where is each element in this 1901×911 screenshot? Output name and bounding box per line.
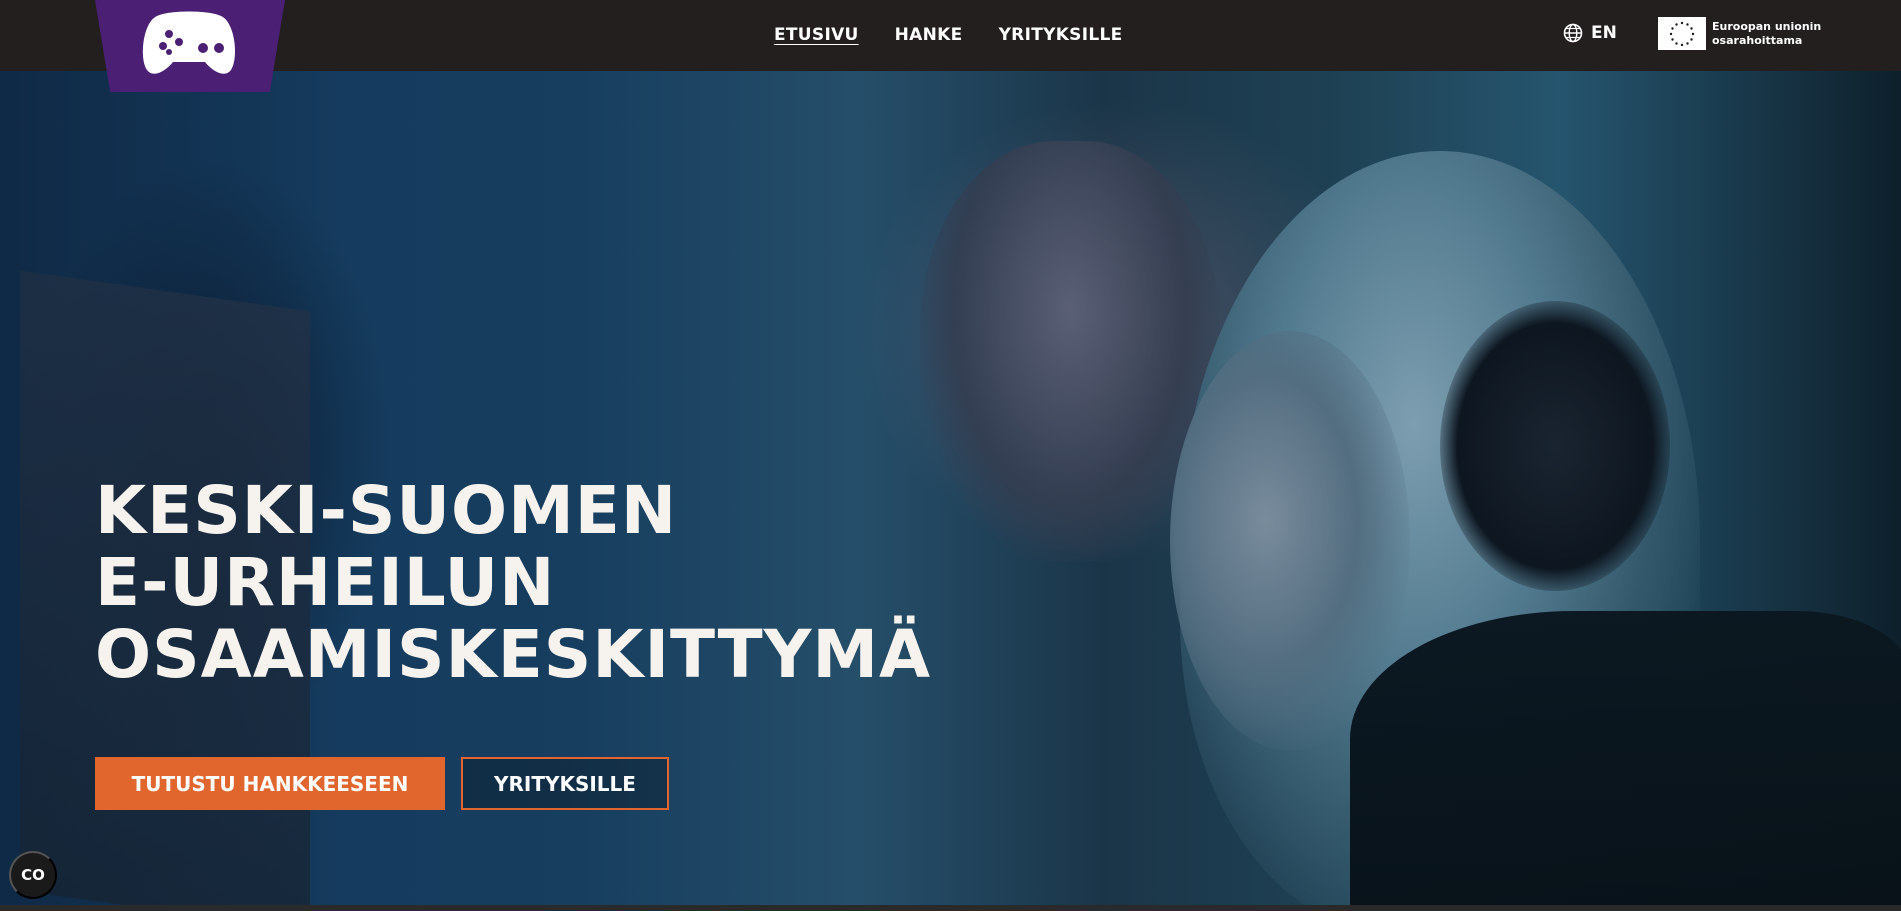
bottom-divider <box>0 905 1901 911</box>
language-switcher[interactable]: EN <box>1563 23 1617 43</box>
nav-link-etusivu[interactable]: ETUSIVU <box>774 25 859 45</box>
cookie-settings-button[interactable]: CO <box>9 851 57 899</box>
hero-title-line: KESKI-SUOMEN <box>95 472 678 549</box>
eu-funding-badge: Euroopan unionin osarahoittama <box>1658 17 1822 50</box>
hero-title-line: OSAAMISKESKITTYMÄ <box>95 616 932 693</box>
nav-link-yrityksille[interactable]: YRITYKSILLE <box>999 25 1123 45</box>
site-logo[interactable] <box>95 0 285 92</box>
explore-project-button[interactable]: TUTUSTU HANKKEESEEN <box>95 757 445 810</box>
globe-icon <box>1563 23 1583 43</box>
main-nav: ETUSIVU HANKE YRITYKSILLE <box>774 25 1123 45</box>
hero-title: KESKI-SUOMEN E-URHEILUN OSAAMISKESKITTYM… <box>95 475 931 691</box>
hero-title-line: E-URHEILUN <box>95 544 556 621</box>
language-label: EN <box>1591 23 1617 43</box>
eu-funding-label: Euroopan unionin osarahoittama <box>1712 20 1822 48</box>
eu-label-line1: Euroopan unionin <box>1712 19 1822 33</box>
for-companies-button[interactable]: YRITYKSILLE <box>461 757 669 810</box>
gamepad-icon <box>142 11 236 74</box>
nav-link-hanke[interactable]: HANKE <box>895 25 963 45</box>
eu-label-line2: osarahoittama <box>1712 33 1803 47</box>
cookie-settings-icon: CO <box>21 866 45 884</box>
eu-flag-icon <box>1658 17 1706 50</box>
